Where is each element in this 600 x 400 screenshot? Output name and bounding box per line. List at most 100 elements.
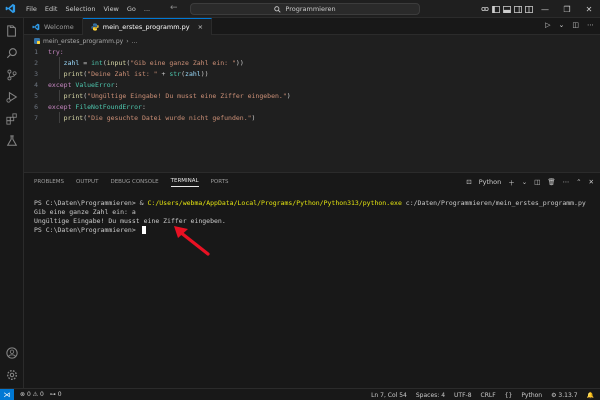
code-line[interactable]: 1 try: bbox=[24, 46, 64, 57]
settings-gear-icon[interactable] bbox=[0, 364, 24, 386]
restore-icon[interactable]: ❐ bbox=[556, 0, 578, 18]
remote-icon[interactable]: ⋊ bbox=[0, 388, 14, 400]
tab-mein-erstes-programm[interactable]: mein_erstes_programm.py × bbox=[82, 18, 213, 35]
code-line[interactable]: 6 except FileNotFoundError: bbox=[24, 101, 146, 112]
code-line[interactable]: 3 print("Deine Zahl ist: " + str(zahl)) bbox=[24, 68, 209, 79]
code-token: except bbox=[48, 80, 76, 89]
menu-view[interactable]: View bbox=[99, 5, 122, 13]
python-interpreter[interactable]: ⚙ 3.13.7 bbox=[551, 392, 577, 399]
panel-actions: ⊡ Python ＋ ⌄ ◫ 🗑 ⋯ ⌃ ✕ bbox=[466, 177, 594, 187]
explorer-icon[interactable] bbox=[0, 20, 24, 42]
code-token: + bbox=[157, 69, 170, 78]
more-actions-icon[interactable]: ⋯ bbox=[587, 21, 594, 29]
red-arrow-annotation-icon bbox=[174, 226, 210, 256]
code-token: "Die gesuchte Datei wurde nicht gefunden… bbox=[87, 113, 252, 122]
tab-ports[interactable]: PORTS bbox=[211, 179, 229, 185]
code-line[interactable]: 5 print("Ungültige Eingabe! Du musst ein… bbox=[24, 90, 291, 101]
kill-terminal-icon[interactable]: 🗑 bbox=[547, 178, 555, 186]
toggle-panel-icon[interactable] bbox=[501, 0, 512, 18]
minimize-icon[interactable]: — bbox=[534, 0, 556, 18]
tab-welcome[interactable]: Welcome bbox=[24, 18, 83, 35]
tab-output[interactable]: OUTPUT bbox=[76, 179, 98, 185]
terminal-line: PS C:\Daten\Programmieren> & C:/Users/we… bbox=[34, 198, 586, 207]
code-token: str bbox=[169, 69, 182, 78]
customize-layout-icon[interactable] bbox=[523, 0, 534, 18]
code-line[interactable]: 7 print("Die gesuchte Datei wurde nicht … bbox=[24, 112, 255, 123]
menu-more[interactable]: ... bbox=[140, 5, 154, 13]
close-panel-icon[interactable]: ✕ bbox=[589, 178, 594, 186]
toggle-sidebar-icon[interactable] bbox=[490, 0, 501, 18]
line-ending[interactable]: CRLF bbox=[481, 392, 496, 399]
code-token: "Gib eine ganze Zahl ein: " bbox=[130, 58, 236, 67]
tab-debug-console[interactable]: DEBUG CONSOLE bbox=[110, 179, 158, 185]
split-terminal-icon[interactable]: ◫ bbox=[534, 178, 540, 186]
menu-go[interactable]: Go bbox=[123, 5, 140, 13]
extensions-icon[interactable] bbox=[0, 108, 24, 130]
code-token: : bbox=[114, 80, 119, 89]
search-text: Programmieren bbox=[285, 5, 336, 13]
chevron-right-icon: › bbox=[126, 37, 129, 45]
more-actions-icon[interactable]: ⋯ bbox=[563, 178, 570, 186]
problems-status[interactable]: ⊗ 0 ⚠ 0 bbox=[20, 391, 44, 398]
encoding[interactable]: UTF-8 bbox=[454, 392, 472, 399]
menu-file[interactable]: File bbox=[22, 5, 41, 13]
python-file-icon bbox=[34, 38, 40, 44]
code-token: FileNotFoundError bbox=[75, 102, 142, 111]
indentation[interactable]: Spaces: 4 bbox=[416, 392, 445, 399]
new-terminal-icon[interactable]: ＋ bbox=[508, 177, 515, 187]
code-line[interactable]: 4 except ValueError: bbox=[24, 79, 118, 90]
code-token: input bbox=[106, 58, 127, 67]
maximize-panel-icon[interactable]: ⌃ bbox=[576, 178, 581, 186]
code-editor[interactable]: 1 try: 2 zahl = int(input("Gib eine ganze … bbox=[24, 46, 600, 166]
line-number: 4 bbox=[34, 80, 38, 89]
code-token: ) bbox=[251, 113, 256, 122]
ports-status[interactable]: ⊶ 0 bbox=[50, 391, 62, 398]
toggle-secondary-sidebar-icon[interactable] bbox=[512, 0, 523, 18]
activity-bar bbox=[0, 18, 24, 388]
close-tab-icon[interactable]: × bbox=[198, 23, 203, 31]
code-token: print bbox=[63, 69, 84, 78]
python-file-icon bbox=[91, 23, 99, 31]
nav-arrows: ← bbox=[170, 3, 178, 13]
language-mode[interactable]: Python bbox=[521, 392, 542, 399]
tab-terminal[interactable]: TERMINAL bbox=[170, 178, 199, 187]
menu-selection[interactable]: Selection bbox=[61, 5, 99, 13]
language-braces-icon[interactable]: {} bbox=[505, 392, 513, 399]
terminal-output[interactable]: PS C:\Daten\Programmieren> & C:/Users/we… bbox=[34, 198, 586, 234]
code-token: zahl bbox=[63, 58, 80, 67]
code-token: : bbox=[141, 102, 146, 111]
cursor-position[interactable]: Ln 7, Col 54 bbox=[371, 392, 407, 399]
terminal-name[interactable]: Python bbox=[479, 178, 502, 186]
run-python-file-icon[interactable]: ▷ bbox=[545, 21, 550, 29]
breadcrumb-file[interactable]: mein_erstes_programm.py bbox=[43, 38, 123, 45]
search-icon bbox=[274, 5, 281, 13]
run-dropdown-icon[interactable]: ⌄ bbox=[559, 21, 565, 29]
command-center-search[interactable]: Programmieren bbox=[190, 3, 420, 15]
status-right: Ln 7, Col 54 Spaces: 4 UTF-8 CRLF {} Pyt… bbox=[371, 389, 594, 400]
terminal-line: Gib eine ganze Zahl ein: a bbox=[34, 207, 136, 216]
chevron-down-icon[interactable]: ⌄ bbox=[522, 178, 527, 186]
run-debug-icon[interactable] bbox=[0, 86, 24, 108]
breadcrumb: mein_erstes_programm.py › ... bbox=[24, 36, 137, 46]
breadcrumb-more[interactable]: ... bbox=[132, 38, 138, 45]
source-control-icon[interactable] bbox=[0, 64, 24, 86]
account-icon[interactable] bbox=[0, 342, 24, 364]
notifications-bell-icon[interactable]: 🔔 bbox=[587, 392, 594, 399]
menu-edit[interactable]: Edit bbox=[41, 5, 62, 13]
code-token: )) bbox=[200, 69, 209, 78]
back-arrow-icon[interactable]: ← bbox=[170, 3, 178, 13]
editor-tab-bar: Welcome mein_erstes_programm.py × ▷ ⌄ ◫ … bbox=[24, 18, 600, 35]
terminal-icon: ⊡ bbox=[466, 178, 472, 186]
code-line[interactable]: 2 zahl = int(input("Gib eine ganze Zahl … bbox=[24, 57, 244, 68]
tab-problems[interactable]: PROBLEMS bbox=[34, 179, 64, 185]
split-editor-icon[interactable]: ◫ bbox=[572, 21, 579, 29]
copilot-icon[interactable] bbox=[479, 0, 490, 18]
search-sidebar-icon[interactable] bbox=[0, 42, 24, 64]
code-token: "Deine Zahl ist: " bbox=[87, 69, 158, 78]
menu-bar: File Edit Selection View Go ... bbox=[22, 5, 154, 13]
close-window-icon[interactable]: ✕ bbox=[578, 0, 600, 18]
line-number: 6 bbox=[34, 102, 38, 111]
testing-icon[interactable] bbox=[0, 130, 24, 152]
